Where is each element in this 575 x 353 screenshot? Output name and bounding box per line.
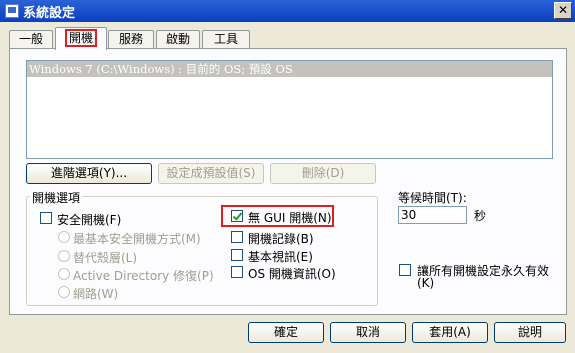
tab-services[interactable]: 服務: [108, 30, 154, 49]
alt-shell-label: 替代殼層(L): [73, 251, 138, 265]
permanent-label-line1: 讓所有開機設定永久有效: [417, 264, 550, 278]
ok-button[interactable]: 確定: [248, 322, 324, 343]
boot-log-label: 開機記錄(B): [248, 232, 314, 246]
tab-startup[interactable]: 啟動: [156, 30, 200, 49]
base-video-checkbox[interactable]: [231, 249, 243, 261]
close-icon[interactable]: ✕: [554, 2, 572, 19]
os-info-label: OS 開機資訊(O): [248, 267, 336, 281]
tab-boot[interactable]: 開機: [55, 27, 107, 50]
no-gui-checkbox[interactable]: [231, 210, 243, 222]
network-radio[interactable]: [58, 286, 70, 298]
boot-tab-highlight: 開機: [64, 29, 97, 47]
network-label: 網路(W): [73, 287, 119, 301]
permanent-checkbox[interactable]: [399, 264, 411, 276]
system-config-icon: [5, 4, 19, 18]
ad-repair-label: Active Directory 修復(P): [73, 269, 214, 283]
advanced-options-button[interactable]: 進階選項(Y)...: [26, 163, 152, 184]
delete-button[interactable]: 刪除(D): [270, 163, 376, 184]
minimal-label: 最基本安全開機方式(M): [73, 232, 201, 246]
title-bar: 系統設定 ✕: [0, 0, 575, 22]
cancel-button[interactable]: 取消: [330, 322, 406, 343]
os-info-checkbox[interactable]: [231, 266, 243, 278]
timeout-unit: 秒: [474, 209, 487, 223]
window-title: 系統設定: [23, 5, 76, 21]
minimal-radio[interactable]: [58, 231, 70, 243]
apply-button[interactable]: 套用(A): [412, 322, 488, 343]
base-video-label: 基本視訊(E): [248, 250, 313, 264]
os-list-item[interactable]: Windows 7 (C:\Windows) : 目前的 OS; 預設 OS: [27, 61, 552, 77]
timeout-input[interactable]: 30: [398, 206, 467, 224]
boot-log-checkbox[interactable]: [231, 231, 243, 243]
timeout-label: 等候時間(T):: [398, 191, 467, 205]
permanent-label-line2: (K): [417, 276, 435, 290]
os-list[interactable]: Windows 7 (C:\Windows) : 目前的 OS; 預設 OS: [26, 60, 553, 159]
help-button[interactable]: 說明: [494, 322, 566, 343]
safe-boot-label: 安全開機(F): [57, 213, 122, 227]
tab-general[interactable]: 一般: [9, 30, 53, 49]
tab-tools[interactable]: 工具: [202, 30, 250, 49]
ad-repair-radio[interactable]: [58, 268, 70, 280]
alt-shell-radio[interactable]: [58, 250, 70, 262]
boot-options-label: 開機選項: [30, 189, 83, 206]
set-default-button[interactable]: 設定成預設值(S): [158, 163, 264, 184]
safe-boot-checkbox[interactable]: [40, 212, 52, 224]
no-gui-label: 無 GUI 開機(N): [248, 211, 332, 225]
